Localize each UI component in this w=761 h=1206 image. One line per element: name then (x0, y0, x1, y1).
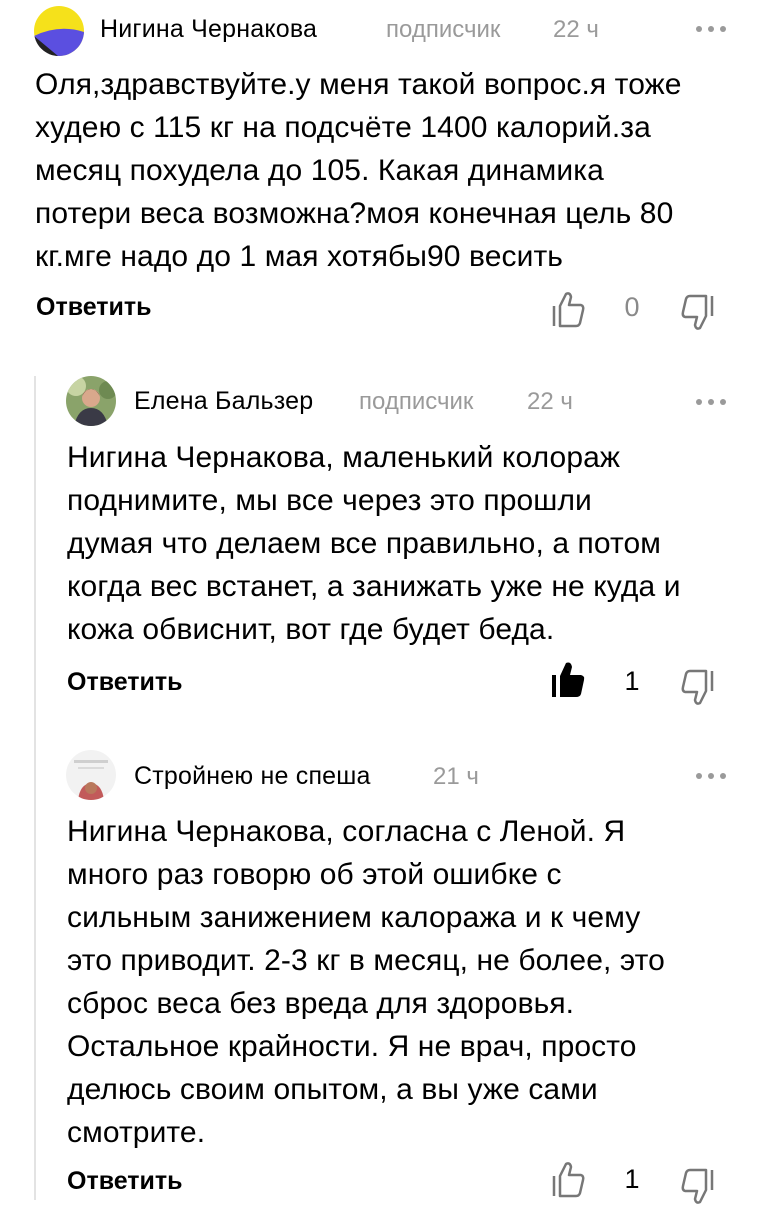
likes-count: 1 (624, 1164, 640, 1194)
dislike-icon[interactable] (680, 667, 716, 707)
reply-button[interactable]: Ответить (36, 293, 152, 322)
like-icon[interactable] (550, 1160, 586, 1200)
comment-time: 22 ч (527, 388, 573, 415)
avatar[interactable] (34, 6, 84, 56)
author-name[interactable]: Елена Бальзер (134, 387, 313, 416)
comment-1: Нигина Чернакова подписчик 22 ч Оля,здра… (0, 0, 761, 360)
avatar[interactable] (66, 750, 116, 800)
reply-button[interactable]: Ответить (67, 1167, 183, 1196)
comment-2: Елена Бальзер подписчик 22 ч Нигина Черн… (0, 360, 761, 730)
dislike-icon[interactable] (680, 1166, 716, 1206)
avatar-image (34, 6, 84, 56)
more-options-icon[interactable] (694, 771, 728, 781)
more-options-icon[interactable] (694, 397, 728, 407)
likes-count: 0 (624, 292, 640, 322)
like-icon[interactable] (550, 290, 586, 330)
author-role: подписчик (386, 16, 501, 43)
avatar[interactable] (66, 376, 116, 426)
comment-time: 22 ч (553, 16, 599, 43)
comment-3: Стройнею не спеша 21 ч Нигина Чернакова,… (0, 730, 761, 1204)
author-name[interactable]: Нигина Чернакова (100, 15, 317, 44)
comment-text: Нигина Чернакова, согласна с Леной. Я мн… (67, 815, 665, 1149)
comment-time: 21 ч (433, 763, 479, 790)
author-role: подписчик (359, 388, 474, 415)
more-options-icon[interactable] (694, 24, 728, 34)
comment-text: Нигина Чернакова, маленький колораж подн… (67, 441, 681, 646)
author-name[interactable]: Стройнею не спеша (134, 762, 371, 791)
reply-button[interactable]: Ответить (67, 668, 183, 697)
like-icon-filled[interactable] (550, 660, 586, 700)
avatar-image (66, 376, 116, 426)
likes-count: 1 (624, 666, 640, 696)
comment-text: Оля,здравствуйте.у меня такой вопрос.я т… (35, 68, 682, 273)
avatar-image (66, 750, 116, 800)
dislike-icon[interactable] (680, 292, 716, 332)
